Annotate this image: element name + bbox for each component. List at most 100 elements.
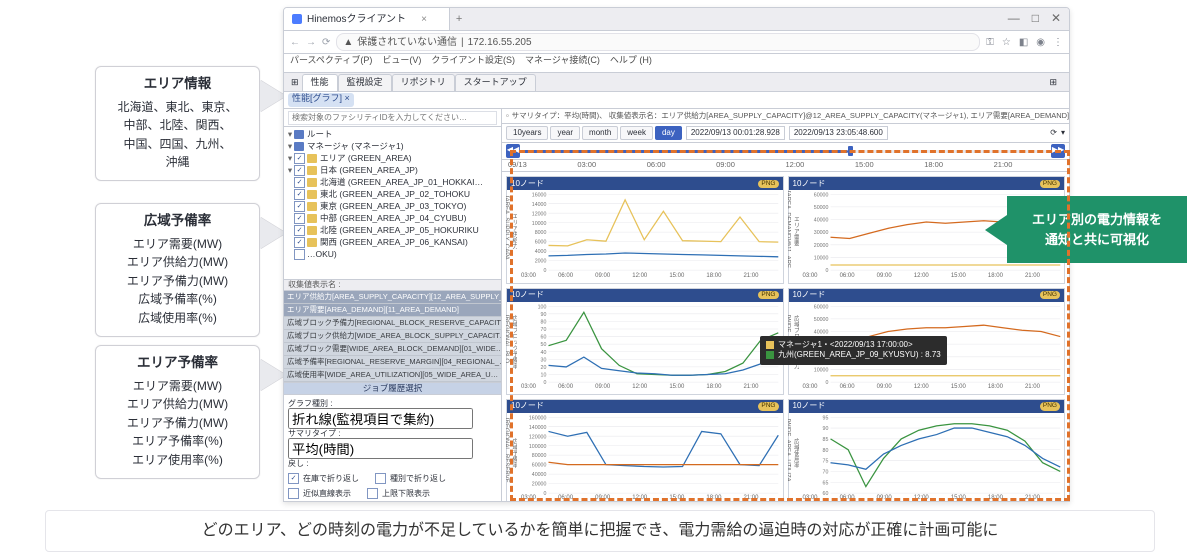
chart-svg[interactable]: 1009080706050403020100 <box>519 302 783 384</box>
ext-icon[interactable]: ◧ <box>1019 36 1028 49</box>
date-to[interactable]: 2022/09/13 23:05:48.600 <box>789 126 888 140</box>
menu-view[interactable]: ビュー(V) <box>382 55 421 71</box>
search-input[interactable] <box>288 111 497 125</box>
refresh-icon[interactable]: ⟳ <box>1050 128 1057 138</box>
checkbox-limits[interactable] <box>367 488 378 499</box>
back-button[interactable]: ← <box>290 36 300 49</box>
tab-overflow-icon[interactable]: ⊞ <box>1041 75 1065 91</box>
timeline-labels: 09/13 03:00 06:00 09:00 12:00 15:00 18:0… <box>502 160 1069 173</box>
reload-button[interactable]: ⟳ <box>322 36 330 49</box>
png-badge[interactable]: PNG <box>1040 180 1060 188</box>
svg-text:120000: 120000 <box>529 434 547 440</box>
checkbox[interactable]: ✓ <box>294 189 305 200</box>
svg-text:90: 90 <box>541 312 547 318</box>
facility-tree: ▾ルート ▾マネージャ (マネージャ1) ▾✓エリア (GREEN_AREA) … <box>284 127 501 280</box>
menu-manager[interactable]: マネージャ接続(C) <box>525 55 600 71</box>
png-badge[interactable]: PNG <box>758 180 778 188</box>
svg-text:160000: 160000 <box>529 415 547 421</box>
checkbox[interactable]: ✓ <box>294 153 305 164</box>
tree-more[interactable]: …OKU) <box>284 249 501 261</box>
metric-item[interactable]: エリア供給力[AREA_SUPPLY_CAPACITY][12_AREA_SUP… <box>284 291 501 304</box>
tab-monitor[interactable]: 監視設定 <box>338 74 392 91</box>
tree-area-item[interactable]: ✓東京 (GREEN_AREA_JP_03_TOKYO) <box>284 201 501 213</box>
expand-icon[interactable]: ▫ <box>506 111 509 121</box>
checkbox[interactable]: ✓ <box>294 213 305 224</box>
key-icon[interactable]: ⚿ <box>986 36 994 49</box>
tab-toggle-icon[interactable]: ⊞ <box>288 75 302 91</box>
checkbox[interactable] <box>294 249 305 260</box>
forward-button[interactable]: → <box>306 36 316 49</box>
tab-performance[interactable]: 性能 <box>302 74 338 91</box>
tree-area-item[interactable]: ✓北陸 (GREEN_AREA_JP_05_HOKURIKU <box>284 225 501 237</box>
browser-tab[interactable]: Hinemosクライアント × <box>284 8 450 30</box>
metric-item[interactable]: 広域ブロック予備力[REGIONAL_BLOCK_RESERVE_CAPACIT… <box>284 317 501 330</box>
close-icon[interactable]: × <box>421 13 427 26</box>
metric-item[interactable]: 広域ブロック需要[WIDE_AREA_BLOCK_DEMAND][01_WIDE… <box>284 343 501 356</box>
star-icon[interactable]: ☆ <box>1002 36 1011 49</box>
png-badge[interactable]: PNG <box>758 402 778 410</box>
view-tab-graph[interactable]: 性能[グラフ] × <box>288 93 354 107</box>
maximize-button[interactable]: □ <box>1032 11 1039 27</box>
tab-startup[interactable]: スタートアップ <box>455 74 536 91</box>
chart-svg[interactable]: 1600001400001200001000008000060000400002… <box>519 413 783 495</box>
tree-area-item[interactable]: ✓中部 (GREEN_AREA_JP_04_CYUBU) <box>284 213 501 225</box>
view-tabs: 性能[グラフ] × <box>284 92 1069 109</box>
png-badge[interactable]: PNG <box>1040 402 1060 410</box>
metric-item[interactable]: 広域予備率[REGIONAL_RESERVE_MARGIN][04_REGION… <box>284 356 501 369</box>
tree-root[interactable]: ▾ルート <box>284 129 501 141</box>
svg-text:50000: 50000 <box>813 205 828 211</box>
prev-button[interactable]: ◀◀ <box>506 144 520 158</box>
metric-item[interactable]: 広域ブロック供給力[WIDE_AREA_BLOCK_SUPPLY_CAPACIT… <box>284 330 501 343</box>
tree-jp[interactable]: ▾✓日本 (GREEN_AREA_JP) <box>284 165 501 177</box>
range-button-week[interactable]: week <box>620 126 653 140</box>
chart-svg[interactable]: 9590858075706560 <box>801 413 1065 495</box>
tree-manager[interactable]: ▾マネージャ (マネージャ1) <box>284 141 501 153</box>
checkbox[interactable]: ✓ <box>294 165 305 176</box>
minimize-button[interactable]: — <box>1008 11 1020 27</box>
checkbox[interactable]: ✓ <box>294 201 305 212</box>
checkbox-approx[interactable] <box>288 488 299 499</box>
checkbox-type[interactable] <box>375 473 386 484</box>
tab-repository[interactable]: リポジトリ <box>392 74 455 91</box>
tree-area-item[interactable]: ✓関西 (GREEN_AREA_JP_06_KANSAI) <box>284 237 501 249</box>
tree-area-group[interactable]: ▾✓エリア (GREEN_AREA) <box>284 153 501 165</box>
menu-icon[interactable]: ▾ <box>1061 128 1065 138</box>
new-tab-button[interactable]: + <box>450 12 468 26</box>
checkbox[interactable]: ✓ <box>294 177 305 188</box>
chart-panel: 10ノードPNGエリア供給力[AREA_SUPPLY_CAPA…16000140… <box>506 176 784 283</box>
time-slider[interactable] <box>524 147 1047 155</box>
chart-title: 10ノード <box>793 179 826 189</box>
folder-icon <box>294 130 304 139</box>
chart-svg[interactable]: 1600014000120001000080006000400020000 <box>519 190 783 272</box>
menu-icon[interactable]: ⋮ <box>1053 36 1063 49</box>
close-button[interactable]: ✕ <box>1051 11 1061 27</box>
checkbox[interactable]: ✓ <box>294 225 305 236</box>
tree-area-item[interactable]: ✓北海道 (GREEN_AREA_JP_01_HOKKAI… <box>284 177 501 189</box>
checkbox[interactable]: ✓ <box>294 237 305 248</box>
job-history-header: ジョブ履歴選択 <box>284 382 501 395</box>
chart-title: 10ノード <box>511 179 544 189</box>
range-button-year[interactable]: year <box>550 126 580 140</box>
date-from[interactable]: 2022/09/13 00:01:28.928 <box>686 126 785 140</box>
metric-item[interactable]: エリア需要[AREA_DEMAND][11_AREA_DEMAND] <box>284 304 501 317</box>
next-button[interactable]: ▶▶ <box>1051 144 1065 158</box>
menu-client[interactable]: クライアント設定(S) <box>431 55 515 71</box>
chart-title: 10ノード <box>793 290 826 300</box>
insecure-icon: ▲ <box>343 36 353 49</box>
menu-perspective[interactable]: パースペクティブ(P) <box>290 55 372 71</box>
png-badge[interactable]: PNG <box>758 291 778 299</box>
menu-help[interactable]: ヘルプ (H) <box>610 55 652 71</box>
range-button-day[interactable]: day <box>655 126 682 140</box>
user-icon[interactable]: ◉ <box>1036 36 1045 49</box>
range-button-10years[interactable]: 10years <box>506 126 548 140</box>
url-input[interactable]: ▲ 保護されていない通信 | 172.16.55.205 <box>336 33 980 51</box>
tree-area-item[interactable]: ✓東北 (GREEN_AREA_JP_02_TOHOKU <box>284 189 501 201</box>
range-button-month[interactable]: month <box>582 126 618 140</box>
svg-text:60000: 60000 <box>813 193 828 199</box>
time-range-bar: 10yearsyearmonthweekday 2022/09/13 00:01… <box>502 124 1069 143</box>
metric-item[interactable]: 広域使用率[WIDE_AREA_UTILIZATION][05_WIDE_ARE… <box>284 369 501 382</box>
close-icon[interactable]: × <box>345 93 350 103</box>
checkbox-stock[interactable]: ✓ <box>288 473 299 484</box>
y-axis-label: 広域予備率[REGIONAL_RESERVE… <box>506 414 517 493</box>
png-badge[interactable]: PNG <box>1040 291 1060 299</box>
